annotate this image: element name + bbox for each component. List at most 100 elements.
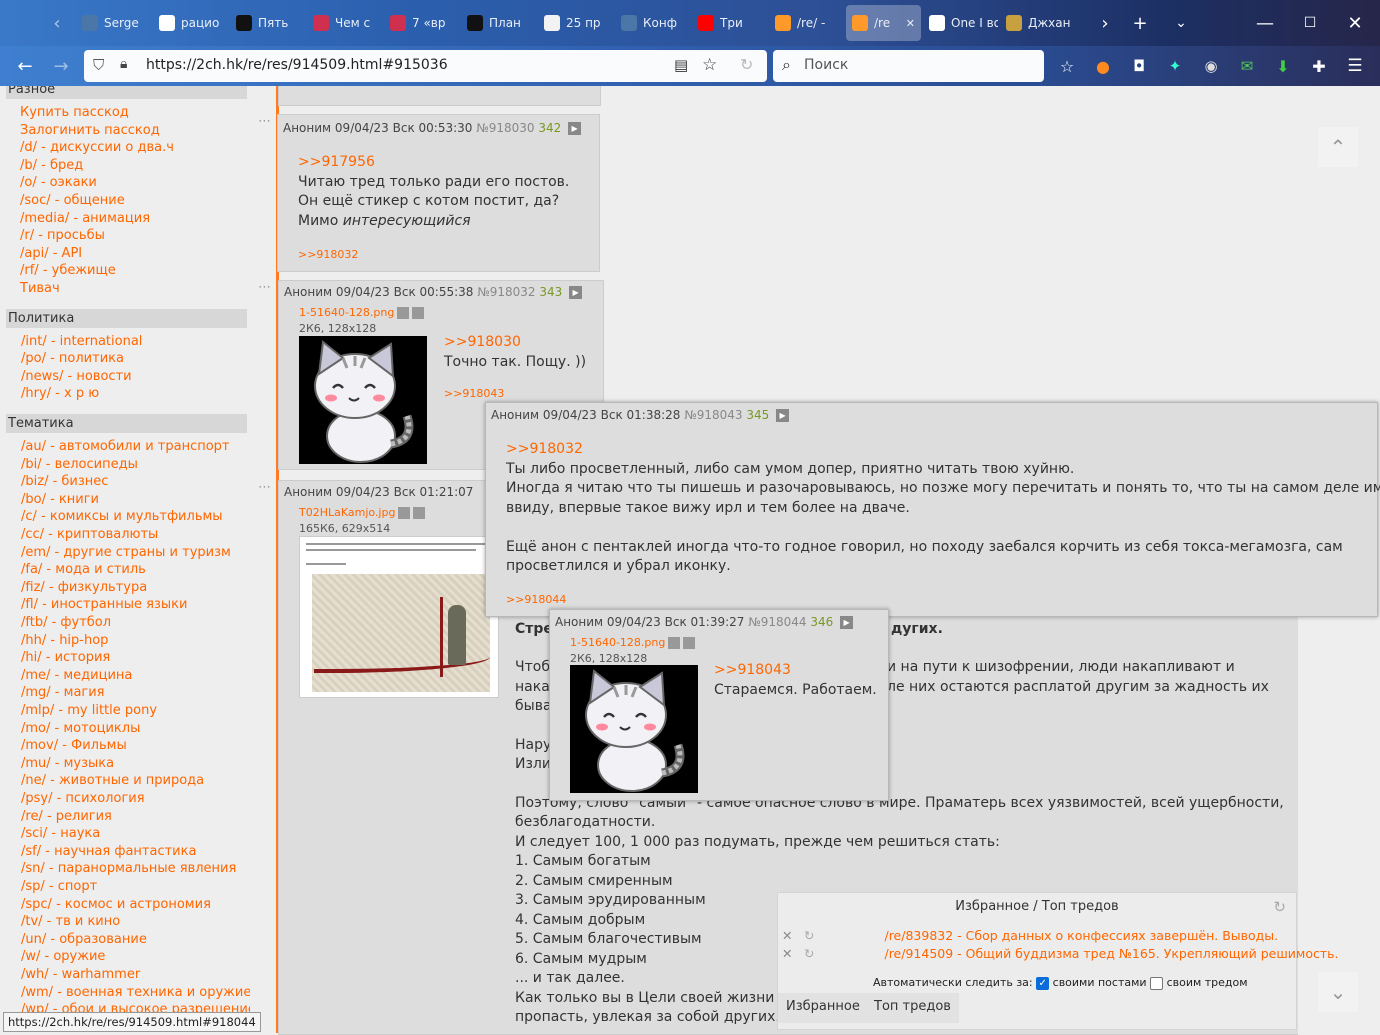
- sidebar-link[interactable]: Залогинить пасскод: [20, 123, 160, 138]
- sidebar-link[interactable]: /sci/ - наука: [21, 826, 100, 841]
- remove-favorite-icon[interactable]: ✕: [782, 928, 804, 943]
- lock-icon[interactable]: 🔒︎: [120, 56, 127, 72]
- sidebar-link[interactable]: /psy/ - психология: [21, 791, 145, 806]
- image-search-icon[interactable]: [398, 507, 411, 519]
- sidebar-link[interactable]: /spc/ - космос и астрономия: [21, 897, 211, 912]
- sidebar-link[interactable]: /d/ - дискуссии о два.ч: [20, 140, 174, 155]
- reload-icon[interactable]: ↻: [740, 55, 753, 74]
- tab-scroll-right-icon[interactable]: ›: [1090, 8, 1120, 38]
- reply-link[interactable]: >>918043: [714, 661, 877, 681]
- menu-icon[interactable]: ☰: [1340, 51, 1370, 81]
- extension-mail-icon[interactable]: ✉: [1232, 51, 1262, 81]
- tab-top-threads[interactable]: Топ тредов: [866, 993, 959, 1023]
- reply-link[interactable]: >>917956: [298, 153, 569, 173]
- new-tab-icon[interactable]: +: [1125, 8, 1155, 38]
- sidebar-link[interactable]: /mu/ - музыка: [21, 756, 114, 771]
- firefox-icon[interactable]: ●: [1088, 51, 1118, 81]
- post-expand-icon[interactable]: ▶: [840, 616, 854, 629]
- back-icon[interactable]: ←: [10, 51, 40, 81]
- tab-9[interactable]: Три: [692, 5, 767, 41]
- sidebar-link[interactable]: /w/ - оружие: [21, 949, 105, 964]
- tab-12[interactable]: One I восп: [923, 5, 998, 41]
- sidebar-link[interactable]: /media/ - анимация: [20, 211, 150, 226]
- scroll-down-icon[interactable]: ⌄: [1318, 972, 1358, 1012]
- file-name[interactable]: 1-51640-128.png: [299, 306, 425, 319]
- search-bar[interactable]: ⌕ Поиск: [773, 50, 1044, 82]
- sidebar-link[interactable]: /api/ - API: [20, 246, 82, 261]
- maximize-icon[interactable]: ☐: [1295, 8, 1325, 38]
- sidebar-link[interactable]: /news/ - новости: [21, 369, 132, 384]
- sidebar-link[interactable]: /int/ - international: [21, 334, 142, 349]
- post-number[interactable]: №918043: [684, 408, 742, 422]
- post-menu-icon[interactable]: ⋯: [258, 480, 271, 495]
- refresh-icon[interactable]: ↻: [804, 946, 814, 961]
- sidebar-link[interactable]: /sf/ - научная фантастика: [21, 844, 196, 859]
- sidebar-link[interactable]: /rf/ - убежище: [20, 263, 116, 278]
- backlink[interactable]: >>918032: [298, 248, 358, 261]
- post-number[interactable]: №918044: [748, 615, 806, 629]
- scroll-up-icon[interactable]: ⌃: [1318, 127, 1358, 167]
- reader-view-icon[interactable]: ▤: [674, 56, 688, 74]
- sidebar-link[interactable]: /au/ - автомобили и транспорт: [21, 439, 230, 454]
- cat-sticker-image[interactable]: [299, 336, 427, 464]
- image-search-icon[interactable]: [668, 637, 681, 649]
- reply-link[interactable]: >>918032: [506, 440, 1380, 460]
- favorite-thread-link[interactable]: /re/839832 - Сбор данных о конфессиях за…: [884, 928, 1278, 943]
- cat-sticker-image[interactable]: [570, 665, 698, 793]
- backlink[interactable]: >>918043: [444, 387, 504, 400]
- extension-avatar-icon[interactable]: ◉: [1196, 51, 1226, 81]
- sidebar-link[interactable]: /em/ - другие страны и туризм: [21, 545, 231, 560]
- sidebar-link[interactable]: /r/ - просьбы: [20, 228, 105, 243]
- post-expand-icon[interactable]: ▶: [569, 286, 583, 299]
- close-window-icon[interactable]: ✕: [1340, 8, 1370, 38]
- sidebar-link[interactable]: /wh/ - warhammer: [21, 967, 140, 982]
- sidebar-link[interactable]: /fl/ - иностранные языки: [21, 597, 187, 612]
- tab-8[interactable]: Конф: [615, 5, 690, 41]
- shield-icon[interactable]: ⛉: [93, 56, 104, 74]
- sidebar-link[interactable]: /me/ - медицина: [21, 668, 132, 683]
- post-menu-icon[interactable]: ⋯: [258, 114, 271, 129]
- watch-own-thread-checkbox[interactable]: [1150, 976, 1164, 990]
- post-number[interactable]: №918032: [477, 285, 535, 299]
- tab-scroll-left-icon[interactable]: ‹: [42, 8, 72, 38]
- tab-11[interactable]: /re ✕: [846, 5, 921, 41]
- sidebar-link[interactable]: /fa/ - мода и стиль: [21, 562, 146, 577]
- sidebar-link[interactable]: /fiz/ - физкультура: [21, 580, 147, 595]
- sidebar-link[interactable]: /bo/ - книги: [21, 492, 99, 507]
- file-download-icon[interactable]: [683, 637, 696, 649]
- post-menu-icon[interactable]: ⋯: [258, 280, 271, 295]
- bookmark-star-icon[interactable]: ☆: [702, 55, 717, 75]
- sidebar-link[interactable]: /b/ - бред: [20, 158, 83, 173]
- sidebar-link[interactable]: /un/ - образование: [21, 932, 147, 947]
- remove-favorite-icon[interactable]: ✕: [782, 946, 804, 961]
- sidebar-link[interactable]: /tv/ - тв и кино: [21, 914, 120, 929]
- list-tabs-icon[interactable]: ⌄: [1166, 8, 1196, 38]
- tab-4[interactable]: Чем с: [307, 5, 382, 41]
- post-expand-icon[interactable]: ▶: [776, 409, 790, 422]
- post-number[interactable]: №918030: [476, 121, 534, 135]
- file-name[interactable]: T02HLaKamjo.jpg: [299, 506, 426, 519]
- minimize-icon[interactable]: —: [1250, 8, 1280, 38]
- tab-favorites[interactable]: Избранное: [778, 993, 868, 1023]
- url-bar[interactable]: ⛉ 🔒︎ https://2ch.hk/re/res/914509.html#9…: [84, 50, 767, 82]
- extension-bird-icon[interactable]: ✦: [1160, 51, 1190, 81]
- backlink[interactable]: >>918044: [506, 593, 566, 606]
- sidebar-link[interactable]: /re/ - религия: [21, 809, 112, 824]
- watch-own-posts-checkbox[interactable]: ✓: [1036, 976, 1050, 990]
- reply-link[interactable]: >>918030: [444, 333, 586, 353]
- attached-image-thumbnail[interactable]: [299, 536, 499, 698]
- tab-10[interactable]: /re/ -: [769, 5, 844, 41]
- save-to-pocket-icon[interactable]: ◘: [1124, 51, 1154, 81]
- sidebar-link[interactable]: /ftb/ - футбол: [21, 615, 111, 630]
- file-download-icon[interactable]: [412, 307, 425, 319]
- tab-13[interactable]: Джхан: [1000, 5, 1075, 41]
- tab-3[interactable]: Пять: [230, 5, 305, 41]
- sidebar-link[interactable]: /bi/ - велосипеды: [21, 457, 138, 472]
- sidebar-link[interactable]: /mov/ - Фильмы: [21, 738, 127, 753]
- sidebar-link[interactable]: /o/ - оэкаки: [20, 175, 97, 190]
- tab-1[interactable]: Serge: [76, 5, 151, 41]
- tab-2[interactable]: рацио: [153, 5, 228, 41]
- file-name[interactable]: 1-51640-128.png: [570, 636, 696, 649]
- sidebar-link[interactable]: /sn/ - паранормальные явления: [21, 861, 236, 876]
- file-download-icon[interactable]: [413, 507, 426, 519]
